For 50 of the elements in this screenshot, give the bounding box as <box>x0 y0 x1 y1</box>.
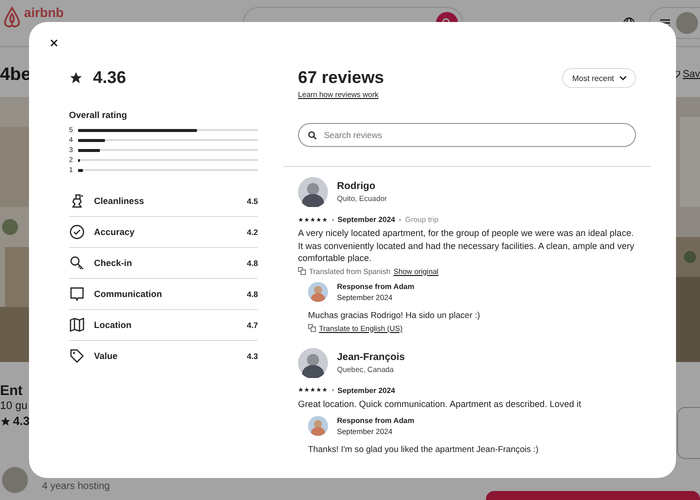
category-score: 4.5 <box>246 196 258 206</box>
chat-bubble-icon <box>69 286 85 302</box>
category-name: Communication <box>94 289 162 299</box>
hosting-years: 4 years hosting <box>42 480 110 492</box>
response-text: Thanks! I'm so glad you liked the apartment Jean-François :) <box>308 444 540 454</box>
logo-icon <box>2 6 22 28</box>
tag-icon <box>69 348 85 364</box>
user-avatar <box>676 12 698 34</box>
host-avatar <box>308 416 328 436</box>
category-score: 4.8 <box>246 258 258 268</box>
translate-icon <box>308 324 316 332</box>
category-score: 4.3 <box>246 352 258 360</box>
category-name: Check-in <box>94 258 132 268</box>
overall-score: 4.36 <box>93 68 126 88</box>
close-icon <box>49 38 59 48</box>
category-score: 4.7 <box>246 320 258 330</box>
search-field[interactable]: Search reviews <box>298 123 636 147</box>
section-title: Overall rating <box>69 110 128 120</box>
map-icon <box>69 317 85 333</box>
guest-count: 10 gu <box>0 400 29 412</box>
user-avatar <box>298 348 328 378</box>
rating-value: 4.3 <box>13 414 30 428</box>
listing-type: Ent <box>0 382 24 398</box>
user-avatar <box>298 177 328 207</box>
category-name: Cleanliness <box>94 196 144 206</box>
reviews-count: 67 reviews <box>298 67 384 89</box>
review-text: A very nicely located apartment, for the group of people we were was an ideal place. It was conveniently located and had the necessary facilities. A clean, ample and very comfortable place. <box>298 227 636 264</box>
review-text: Great location. Quick communication. Apartment as described. Loved it <box>298 398 582 410</box>
brand-name: airbnb <box>24 6 64 20</box>
listing-title: 4be <box>0 64 32 84</box>
category-name: Location <box>94 320 132 330</box>
host-avatar <box>2 467 28 493</box>
category-score: 4.2 <box>246 228 258 236</box>
spray-bottle-icon <box>69 193 85 209</box>
host-avatar <box>308 282 328 302</box>
reviewer-name: Jean-François <box>337 352 405 362</box>
category-name: Value <box>94 351 118 361</box>
chevron-down-icon <box>619 75 627 81</box>
category-score: 4.8 <box>246 290 258 298</box>
category-name: Accuracy <box>94 227 135 237</box>
translate-icon <box>298 267 306 275</box>
booking-card <box>677 407 700 459</box>
star-icon <box>0 416 11 426</box>
reviewer-name: Rodrigo <box>337 181 376 192</box>
sort-dropdown[interactable]: Most recent <box>562 68 636 88</box>
check-circle-icon <box>69 224 85 240</box>
star-icon <box>69 71 83 85</box>
response-text: Muchas gracias Rodrigo! Ha sido un placer :) <box>308 310 481 320</box>
key-icon <box>69 255 85 271</box>
search-icon <box>308 130 317 140</box>
